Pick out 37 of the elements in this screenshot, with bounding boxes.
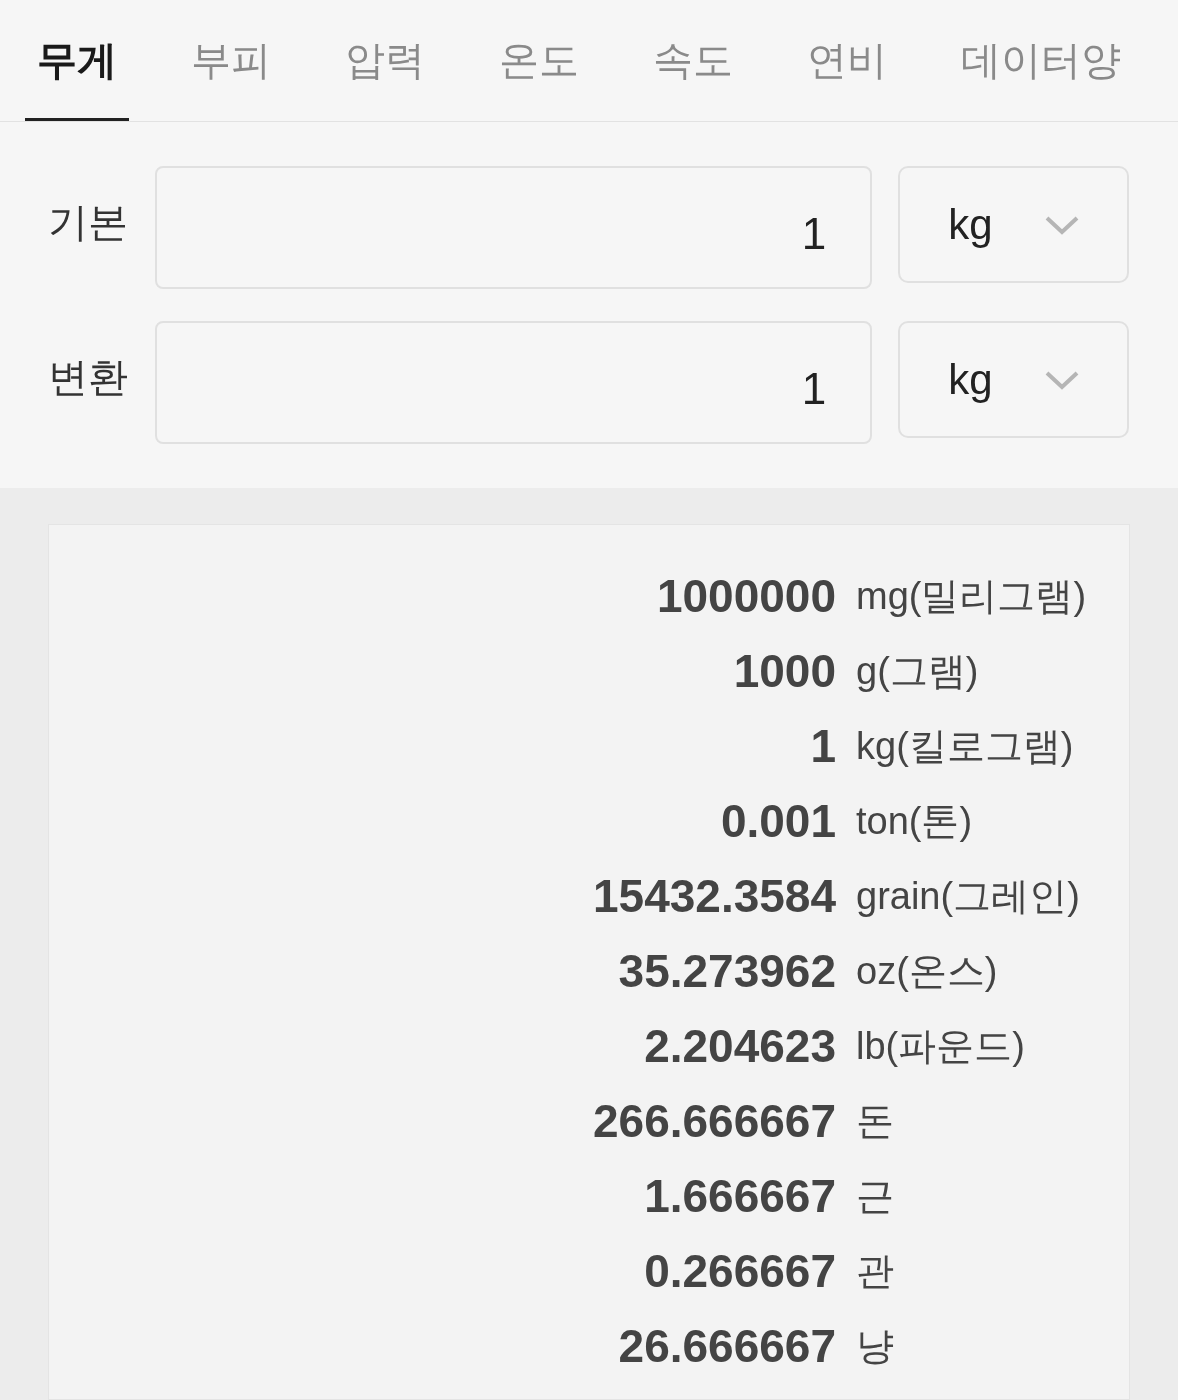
result-value: 26.666667 <box>617 1319 836 1374</box>
result-unit: lb(파운드) <box>856 1024 1026 1069</box>
unit-select[interactable]: kg <box>898 166 1129 283</box>
result-value: 0.266667 <box>643 1244 836 1299</box>
tab[interactable]: 속도 <box>641 0 745 121</box>
result-value: 1 <box>809 719 836 774</box>
result-unit: mg(밀리그램) <box>856 574 1088 619</box>
result-value: 1000 <box>732 644 836 699</box>
unit-select[interactable]: kg <box>898 321 1129 438</box>
chevron-down-icon <box>1045 369 1079 390</box>
result-unit: 돈 <box>856 1099 895 1144</box>
tab[interactable]: 데이터양 <box>949 0 1133 121</box>
tab[interactable]: 온도 <box>487 0 591 121</box>
result-unit: 냥 <box>856 1324 895 1369</box>
result-value: 0.001 <box>719 794 836 849</box>
result-unit: oz(온스) <box>856 949 999 994</box>
result-unit: ton(톤) <box>856 799 974 844</box>
result-unit: g(그램) <box>856 649 980 694</box>
result-value: 2.204623 <box>643 1019 836 1074</box>
input-field[interactable]: 1 <box>154 321 873 444</box>
tab[interactable]: 압력 <box>333 0 437 121</box>
field-label: 기본 <box>48 199 129 246</box>
result-unit: kg(킬로그램) <box>856 724 1075 769</box>
tab[interactable]: 연비 <box>795 0 899 121</box>
result-value: 1.666667 <box>643 1169 836 1224</box>
result-unit: 근 <box>856 1174 895 1219</box>
result-unit: 관 <box>856 1249 895 1294</box>
tab[interactable]: 부피 <box>179 0 283 121</box>
input-field[interactable]: 1 <box>154 166 873 289</box>
tab[interactable]: 무게 <box>25 0 129 121</box>
result-value: 266.666667 <box>591 1094 836 1149</box>
chevron-down-icon <box>1045 214 1079 235</box>
result-value: 15432.3584 <box>591 869 836 924</box>
result-value: 1000000 <box>655 569 836 624</box>
result-value: 35.273962 <box>617 944 836 999</box>
result-unit: grain(그레인) <box>856 874 1081 919</box>
field-label: 변환 <box>48 354 129 401</box>
